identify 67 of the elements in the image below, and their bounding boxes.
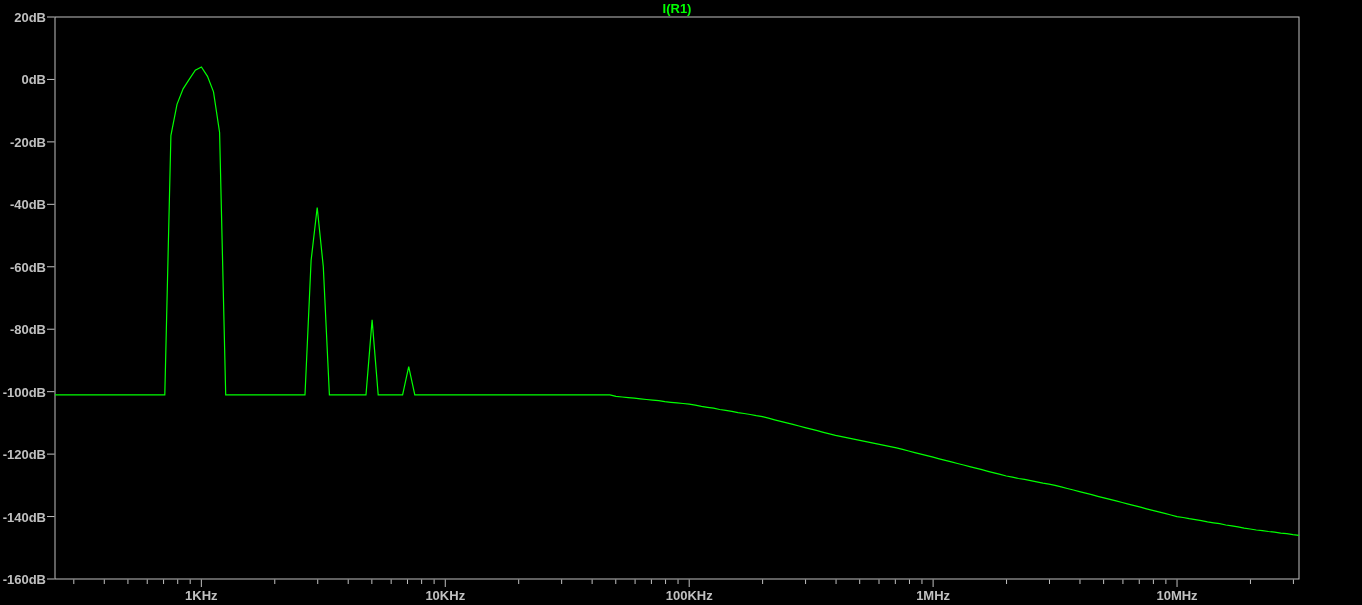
y-axis-label: -20dB	[9, 134, 46, 150]
y-axis-label: -80dB	[9, 322, 46, 338]
tick-mark	[878, 579, 880, 585]
y-axis-label: -120dB	[2, 447, 46, 463]
tick-mark	[1049, 579, 1050, 585]
tick-mark	[1103, 579, 1105, 585]
x-axis-label: 1MHz	[916, 588, 951, 603]
tick-mark	[46, 16, 55, 18]
tick-mark	[1249, 579, 1251, 585]
tick-mark	[189, 579, 191, 585]
tick-mark	[1079, 579, 1081, 585]
tick-mark	[46, 453, 55, 455]
tick-mark	[433, 579, 435, 585]
y-axis-label: 0dB	[21, 72, 46, 88]
tick-mark	[1152, 579, 1154, 585]
x-axis-label: 1KHz	[185, 588, 218, 603]
tick-mark	[591, 579, 593, 585]
y-axis-label: 20dB	[14, 10, 46, 25]
y-axis-label: -140dB	[2, 509, 46, 525]
tick-mark	[835, 579, 837, 585]
trace-name: I(R1)	[662, 1, 692, 16]
y-axis-label: -40dB	[9, 197, 46, 213]
x-axis-label: 10KHz	[425, 588, 466, 603]
x-axis-label: 10MHz	[1156, 588, 1198, 603]
y-axis-label: -100dB	[2, 384, 46, 400]
x-axis-label: 100KHz	[665, 588, 713, 603]
tick-mark	[561, 579, 563, 585]
tick-mark	[163, 579, 165, 585]
y-axis-label: -160dB	[2, 572, 46, 587]
tick-mark	[1138, 579, 1140, 585]
tick-mark	[909, 579, 910, 585]
tick-mark	[46, 328, 55, 330]
tick-mark	[317, 579, 319, 585]
tick-mark	[894, 579, 896, 585]
tick-mark	[73, 579, 75, 585]
tick-mark	[46, 141, 55, 143]
tick-mark	[518, 579, 520, 585]
tick-mark	[146, 579, 148, 585]
tick-mark	[1292, 579, 1294, 585]
tick-mark	[46, 203, 55, 205]
tick-mark	[46, 78, 55, 80]
tick-mark	[46, 578, 55, 580]
tick-mark	[762, 579, 764, 585]
tick-mark	[805, 579, 807, 585]
tick-mark	[634, 579, 636, 585]
tick-mark	[274, 579, 276, 585]
tick-mark	[921, 579, 923, 585]
tick-mark	[407, 579, 408, 585]
tick-mark	[421, 579, 423, 585]
tick-mark	[390, 579, 392, 585]
tick-mark	[46, 266, 55, 268]
tick-mark	[46, 516, 55, 518]
tick-mark	[1006, 579, 1008, 585]
tick-mark	[371, 579, 373, 585]
tick-mark	[177, 579, 179, 585]
tick-mark	[615, 579, 617, 585]
tick-mark	[103, 579, 105, 585]
tick-mark	[859, 579, 861, 585]
tick-mark	[1122, 579, 1124, 585]
tick-mark	[1165, 579, 1167, 585]
y-axis-label: -60dB	[9, 259, 46, 275]
tick-mark	[127, 579, 129, 585]
tick-mark	[650, 579, 652, 585]
tick-mark	[665, 579, 667, 585]
tick-mark	[347, 579, 349, 585]
tick-mark	[46, 391, 55, 393]
tick-mark	[677, 579, 679, 585]
